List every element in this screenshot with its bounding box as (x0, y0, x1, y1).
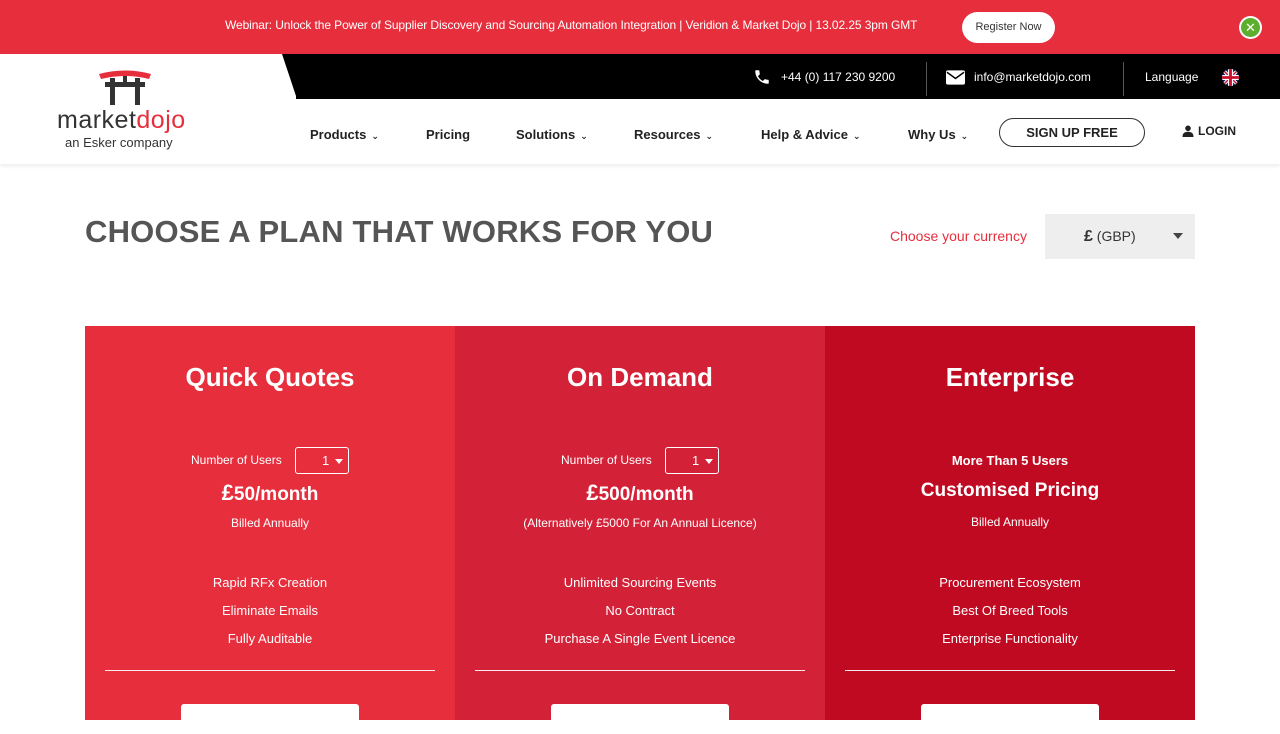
site-header: +44 (0) 117 230 9200 info@marketdojo.com… (0, 54, 1280, 164)
sign-up-button[interactable]: SIGN UP FREE (999, 118, 1145, 147)
chevron-down-icon: ⌄ (705, 130, 714, 141)
plan-name: Enterprise (945, 362, 1075, 392)
feature-item: No Contract (605, 603, 675, 618)
nav-solutions[interactable]: Solutions ⌄ (516, 124, 588, 144)
chevron-down-icon: ⌄ (960, 130, 969, 141)
topbar-slant (282, 54, 297, 99)
currency-symbol: £ (1084, 228, 1093, 245)
chevron-down-icon: ⌄ (371, 130, 379, 141)
users-label: Number of Users (561, 453, 652, 467)
feature-item: Rapid RFx Creation (212, 575, 328, 590)
nav-resources[interactable]: Resources ⌄ (634, 124, 713, 144)
feature-item: Procurement Ecosystem (939, 575, 1081, 590)
caret-down-icon (705, 459, 713, 464)
plan-card-enterprise: Enterprise More Than 5 Users Customised … (825, 326, 1195, 734)
logo-subtitle: an Esker company (65, 135, 173, 150)
feature-item: Purchase A Single Event Licence (544, 631, 736, 646)
currency-code: (GBP) (1096, 228, 1136, 244)
divider (845, 670, 1175, 671)
plan-name: Quick Quotes (185, 362, 355, 392)
register-now-button[interactable]: Register Now (962, 12, 1055, 43)
phone-icon (755, 70, 769, 84)
plan-price: Customised Pricing (920, 480, 1100, 501)
torii-gate-icon (99, 70, 151, 105)
plan-card-on-demand: On Demand Number of Users 1 £500/month (… (455, 326, 825, 734)
feature-item: Best Of Breed Tools (952, 603, 1068, 618)
phone-link[interactable]: +44 (0) 117 230 9200 (753, 68, 895, 86)
currency-select[interactable]: £ (GBP) (1045, 214, 1195, 259)
uk-flag-icon[interactable] (1222, 69, 1239, 86)
billing-note: (Alternatively £5000 For An Annual Licen… (523, 516, 757, 530)
plan-select-button[interactable] (181, 704, 359, 734)
email-address: info@marketdojo.com (974, 70, 1091, 84)
logo-wordmark: marketdojo (57, 106, 186, 134)
language-selector[interactable]: Language (1145, 68, 1198, 86)
user-icon (1182, 125, 1194, 137)
login-link[interactable]: LOGIN (1182, 123, 1236, 139)
mail-icon (946, 69, 965, 85)
plan-card-quick-quotes: Quick Quotes Number of Users 1 £50/month… (85, 326, 455, 734)
feature-item: Eliminate Emails (221, 603, 319, 618)
plan-select-button[interactable] (921, 704, 1099, 734)
plan-price: £50/month (221, 480, 319, 505)
nav-help-advice[interactable]: Help & Advice ⌄ (761, 124, 860, 144)
caret-down-icon (1173, 233, 1183, 239)
users-select[interactable]: 1 (665, 447, 719, 474)
divider (1123, 62, 1124, 96)
billing-note: Billed Annually (970, 515, 1050, 529)
divider (926, 62, 927, 96)
plan-name: On Demand (567, 362, 713, 392)
users-label: Number of Users (191, 453, 282, 467)
feature-item: Fully Auditable (227, 631, 313, 646)
plan-price: £500/month (586, 480, 694, 505)
announcement-banner: Webinar: Unlock the Power of Supplier Di… (0, 0, 1280, 54)
currency-label: Choose your currency (890, 228, 1027, 244)
feature-item: Enterprise Functionality (942, 631, 1078, 646)
market-dojo-logo[interactable]: marketdojo an Esker company (57, 66, 192, 152)
users-select[interactable]: 1 (295, 447, 349, 474)
caret-down-icon (335, 459, 343, 464)
chevron-down-icon: ⌄ (852, 130, 861, 141)
email-link[interactable]: info@marketdojo.com (946, 68, 1091, 86)
users-text: More Than 5 Users (951, 453, 1069, 468)
nav-pricing[interactable]: Pricing (426, 124, 470, 144)
divider (105, 670, 435, 671)
nav-products[interactable]: Products ⌄ (310, 124, 379, 144)
billing-note: Billed Annually (230, 516, 310, 530)
phone-number: +44 (0) 117 230 9200 (781, 70, 896, 84)
page-title: CHOOSE A PLAN THAT WORKS FOR YOU (85, 214, 714, 249)
plan-select-button[interactable] (551, 704, 729, 734)
banner-text[interactable]: Webinar: Unlock the Power of Supplier Di… (225, 18, 917, 32)
divider (475, 670, 805, 671)
chevron-down-icon: ⌄ (580, 130, 588, 141)
feature-item: Unlimited Sourcing Events (563, 575, 717, 590)
close-icon[interactable]: ✕ (1239, 16, 1262, 39)
nav-why-us[interactable]: Why Us ⌄ (908, 124, 968, 144)
